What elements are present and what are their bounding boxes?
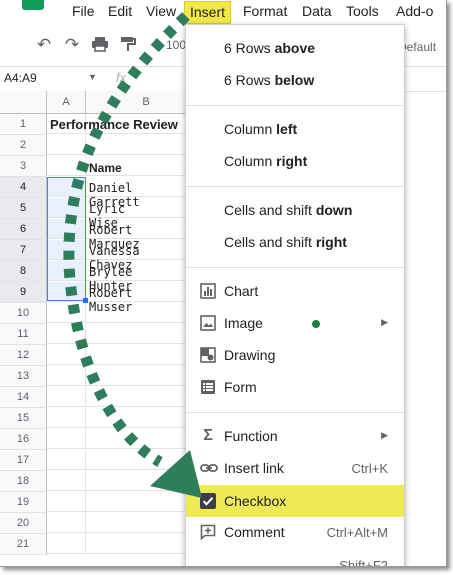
- screenshot-frame: File Edit View Insert Format Data Tools …: [0, 0, 447, 567]
- annotation-arrow: [63, 12, 202, 498]
